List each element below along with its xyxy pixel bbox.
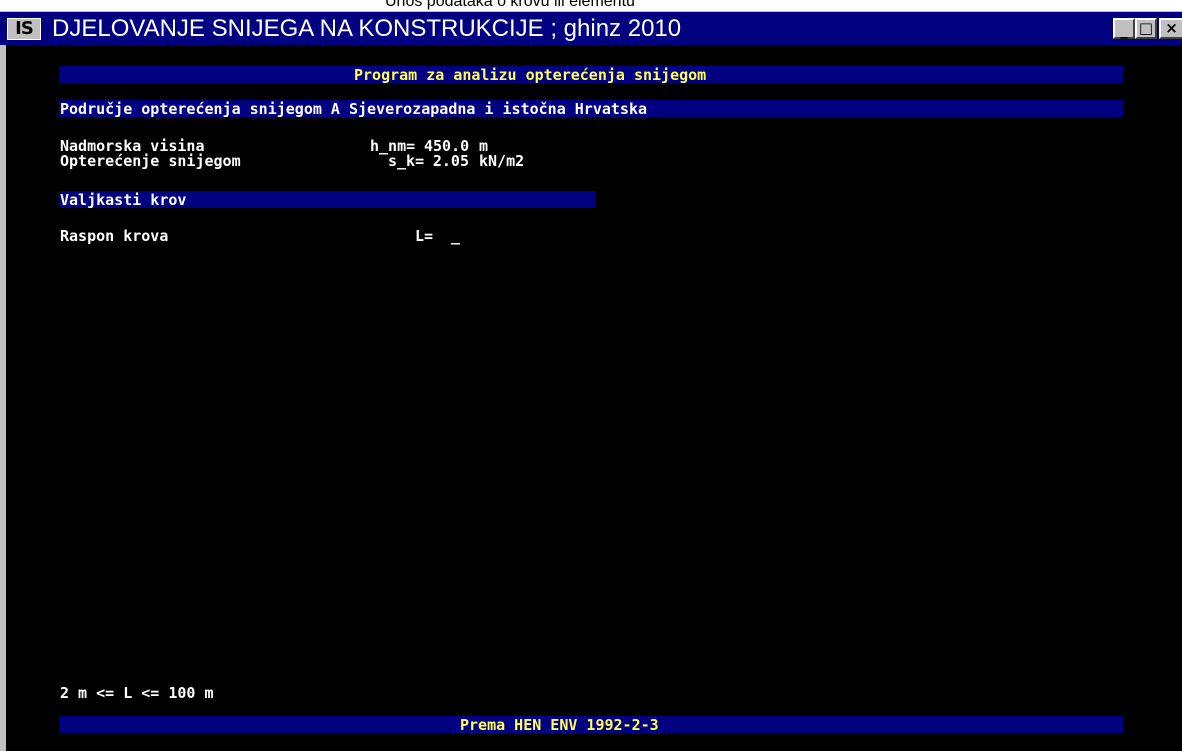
param-value-snow-load: 2.05 [432, 152, 469, 170]
section-title: Valjkasti krov [60, 191, 187, 209]
param-label-snow-load: Opterećenje snijegom [60, 152, 241, 170]
minimize-button[interactable]: _ [1113, 18, 1135, 39]
input-label: Raspon krova [60, 227, 169, 245]
maximize-button[interactable]: □ [1135, 18, 1157, 39]
region-label: Područje opterećenja snijegom A Sjeveroz… [60, 100, 647, 118]
maximize-icon: □ [1138, 19, 1154, 37]
program-title: Program za analizu opterećenja snijegom [354, 66, 707, 84]
window-title: DJELOVANJE SNIJEGA NA KONSTRUKCIJE ; ghi… [52, 15, 682, 42]
app-icon[interactable]: IS [7, 18, 41, 40]
param-symbol-snow-load: s_k= [388, 152, 425, 170]
caption-text: Unos podataka o krovu ili elementu [385, 0, 635, 10]
input-symbol: L= [415, 227, 434, 245]
footer-text: Prema HEN ENV 1992-2-3 [460, 716, 659, 734]
input-cursor[interactable]: _ [451, 228, 460, 244]
window-caption-overflow: Unos podataka o krovu ili elementu [0, 0, 1182, 11]
param-unit-snow-load: kN/m2 [479, 152, 525, 170]
close-icon: × [1165, 19, 1178, 37]
console-screen[interactable]: Program za analizu opterećenja snijegom … [0, 45, 1182, 751]
minimize-icon: _ [1120, 21, 1128, 39]
range-hint: 2 m <= L <= 100 m [60, 684, 214, 702]
window-titlebar[interactable]: IS DJELOVANJE SNIJEGA NA KONSTRUKCIJE ; … [0, 11, 1182, 45]
close-button[interactable]: × [1159, 18, 1182, 39]
